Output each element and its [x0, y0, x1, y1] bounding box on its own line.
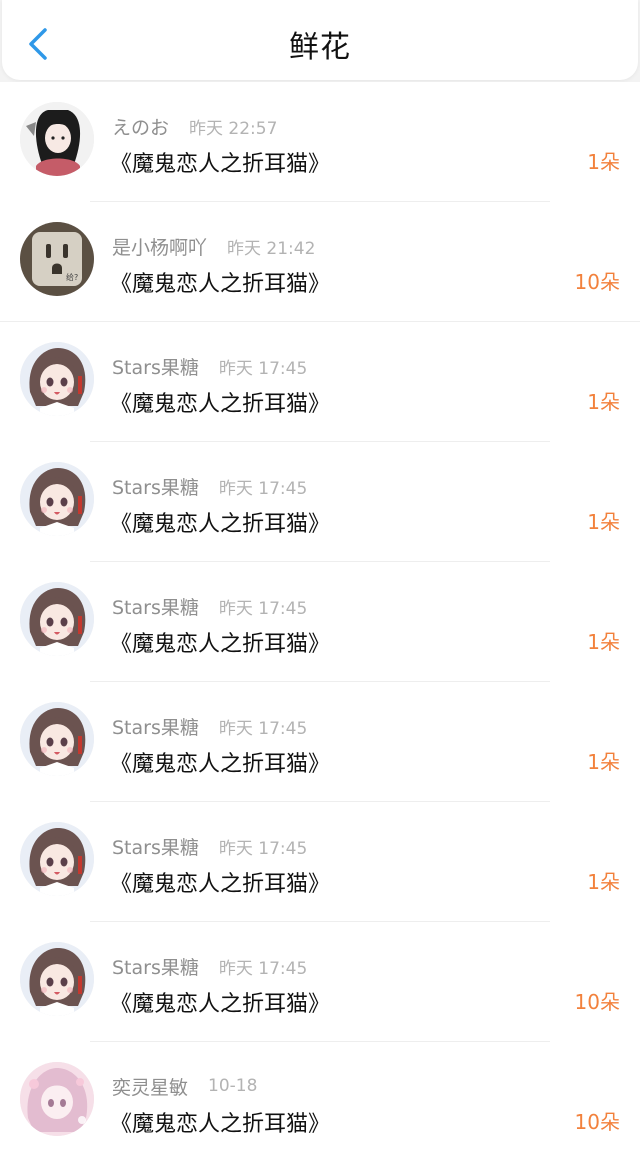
timestamp: 10-18 — [208, 1076, 258, 1096]
timestamp: 昨天 17:45 — [218, 358, 308, 379]
book-title[interactable]: 《魔鬼恋人之折耳猫》 — [110, 986, 330, 1018]
flower-count: 1朵 — [587, 150, 620, 174]
timestamp: 昨天 22:57 — [189, 118, 278, 139]
user-name[interactable]: Stars果糖 — [112, 953, 199, 980]
list-item[interactable]: えのお 昨天 22:57 《魔鬼恋人之折耳猫》 1朵 — [0, 82, 640, 202]
avatar[interactable] — [20, 102, 94, 176]
flower-count: 10朵 — [574, 990, 620, 1014]
flower-list: えのお 昨天 22:57 《魔鬼恋人之折耳猫》 1朵 给? 是小杨啊吖 昨天 2… — [0, 82, 640, 1160]
user-name[interactable]: Stars果糖 — [112, 473, 199, 500]
book-title[interactable]: 《魔鬼恋人之折耳猫》 — [110, 866, 330, 898]
flower-count: 1朵 — [587, 630, 620, 654]
user-name[interactable]: えのお — [112, 113, 169, 140]
avatar[interactable] — [20, 822, 94, 896]
list-item[interactable]: Stars果糖 昨天 17:45 《魔鬼恋人之折耳猫》 10朵 — [0, 922, 640, 1042]
book-title[interactable]: 《魔鬼恋人之折耳猫》 — [110, 386, 330, 418]
top-bar: 鲜花 — [2, 0, 638, 80]
book-title[interactable]: 《魔鬼恋人之折耳猫》 — [110, 146, 330, 178]
list-item[interactable]: Stars果糖 昨天 17:45 《魔鬼恋人之折耳猫》 1朵 — [0, 802, 640, 922]
timestamp: 昨天 17:45 — [218, 838, 308, 859]
flower-count: 10朵 — [574, 1110, 620, 1134]
avatar[interactable] — [20, 342, 94, 416]
page-title: 鲜花 — [289, 30, 351, 65]
avatar[interactable] — [20, 1062, 94, 1136]
user-name[interactable]: Stars果糖 — [112, 593, 199, 620]
user-name[interactable]: 奕灵星敏 — [112, 1073, 188, 1100]
user-name[interactable]: Stars果糖 — [112, 353, 199, 380]
flower-count: 10朵 — [574, 270, 620, 294]
avatar[interactable] — [20, 942, 94, 1016]
timestamp: 昨天 17:45 — [218, 958, 308, 979]
book-title[interactable]: 《魔鬼恋人之折耳猫》 — [110, 266, 330, 298]
avatar[interactable] — [20, 462, 94, 536]
user-name[interactable]: 是小杨啊吖 — [112, 233, 207, 260]
avatar[interactable] — [20, 582, 94, 656]
flower-count: 1朵 — [587, 390, 620, 414]
list-item[interactable]: 给? 是小杨啊吖 昨天 21:42 《魔鬼恋人之折耳猫》 10朵 — [0, 202, 640, 322]
timestamp: 昨天 17:45 — [218, 478, 308, 499]
timestamp: 昨天 21:42 — [227, 238, 316, 259]
timestamp: 昨天 17:45 — [218, 598, 308, 619]
list-item[interactable]: Stars果糖 昨天 17:45 《魔鬼恋人之折耳猫》 1朵 — [0, 682, 640, 802]
svg-text:给?: 给? — [66, 272, 78, 282]
list-item[interactable]: Stars果糖 昨天 17:45 《魔鬼恋人之折耳猫》 1朵 — [0, 562, 640, 682]
list-item[interactable]: 奕灵星敏 10-18 《魔鬼恋人之折耳猫》 10朵 — [0, 1042, 640, 1160]
book-title[interactable]: 《魔鬼恋人之折耳猫》 — [110, 746, 330, 778]
timestamp: 昨天 17:45 — [218, 718, 308, 739]
book-title[interactable]: 《魔鬼恋人之折耳猫》 — [110, 1106, 330, 1138]
book-title[interactable]: 《魔鬼恋人之折耳猫》 — [110, 626, 330, 658]
user-name[interactable]: Stars果糖 — [112, 833, 199, 860]
flower-count: 1朵 — [587, 750, 620, 774]
list-item[interactable]: Stars果糖 昨天 17:45 《魔鬼恋人之折耳猫》 1朵 — [0, 322, 640, 442]
book-title[interactable]: 《魔鬼恋人之折耳猫》 — [110, 506, 330, 538]
flower-count: 1朵 — [587, 870, 620, 894]
flower-count: 1朵 — [587, 510, 620, 534]
avatar[interactable] — [20, 702, 94, 776]
list-item[interactable]: Stars果糖 昨天 17:45 《魔鬼恋人之折耳猫》 1朵 — [0, 442, 640, 562]
avatar[interactable]: 给? — [20, 222, 94, 296]
user-name[interactable]: Stars果糖 — [112, 713, 199, 740]
